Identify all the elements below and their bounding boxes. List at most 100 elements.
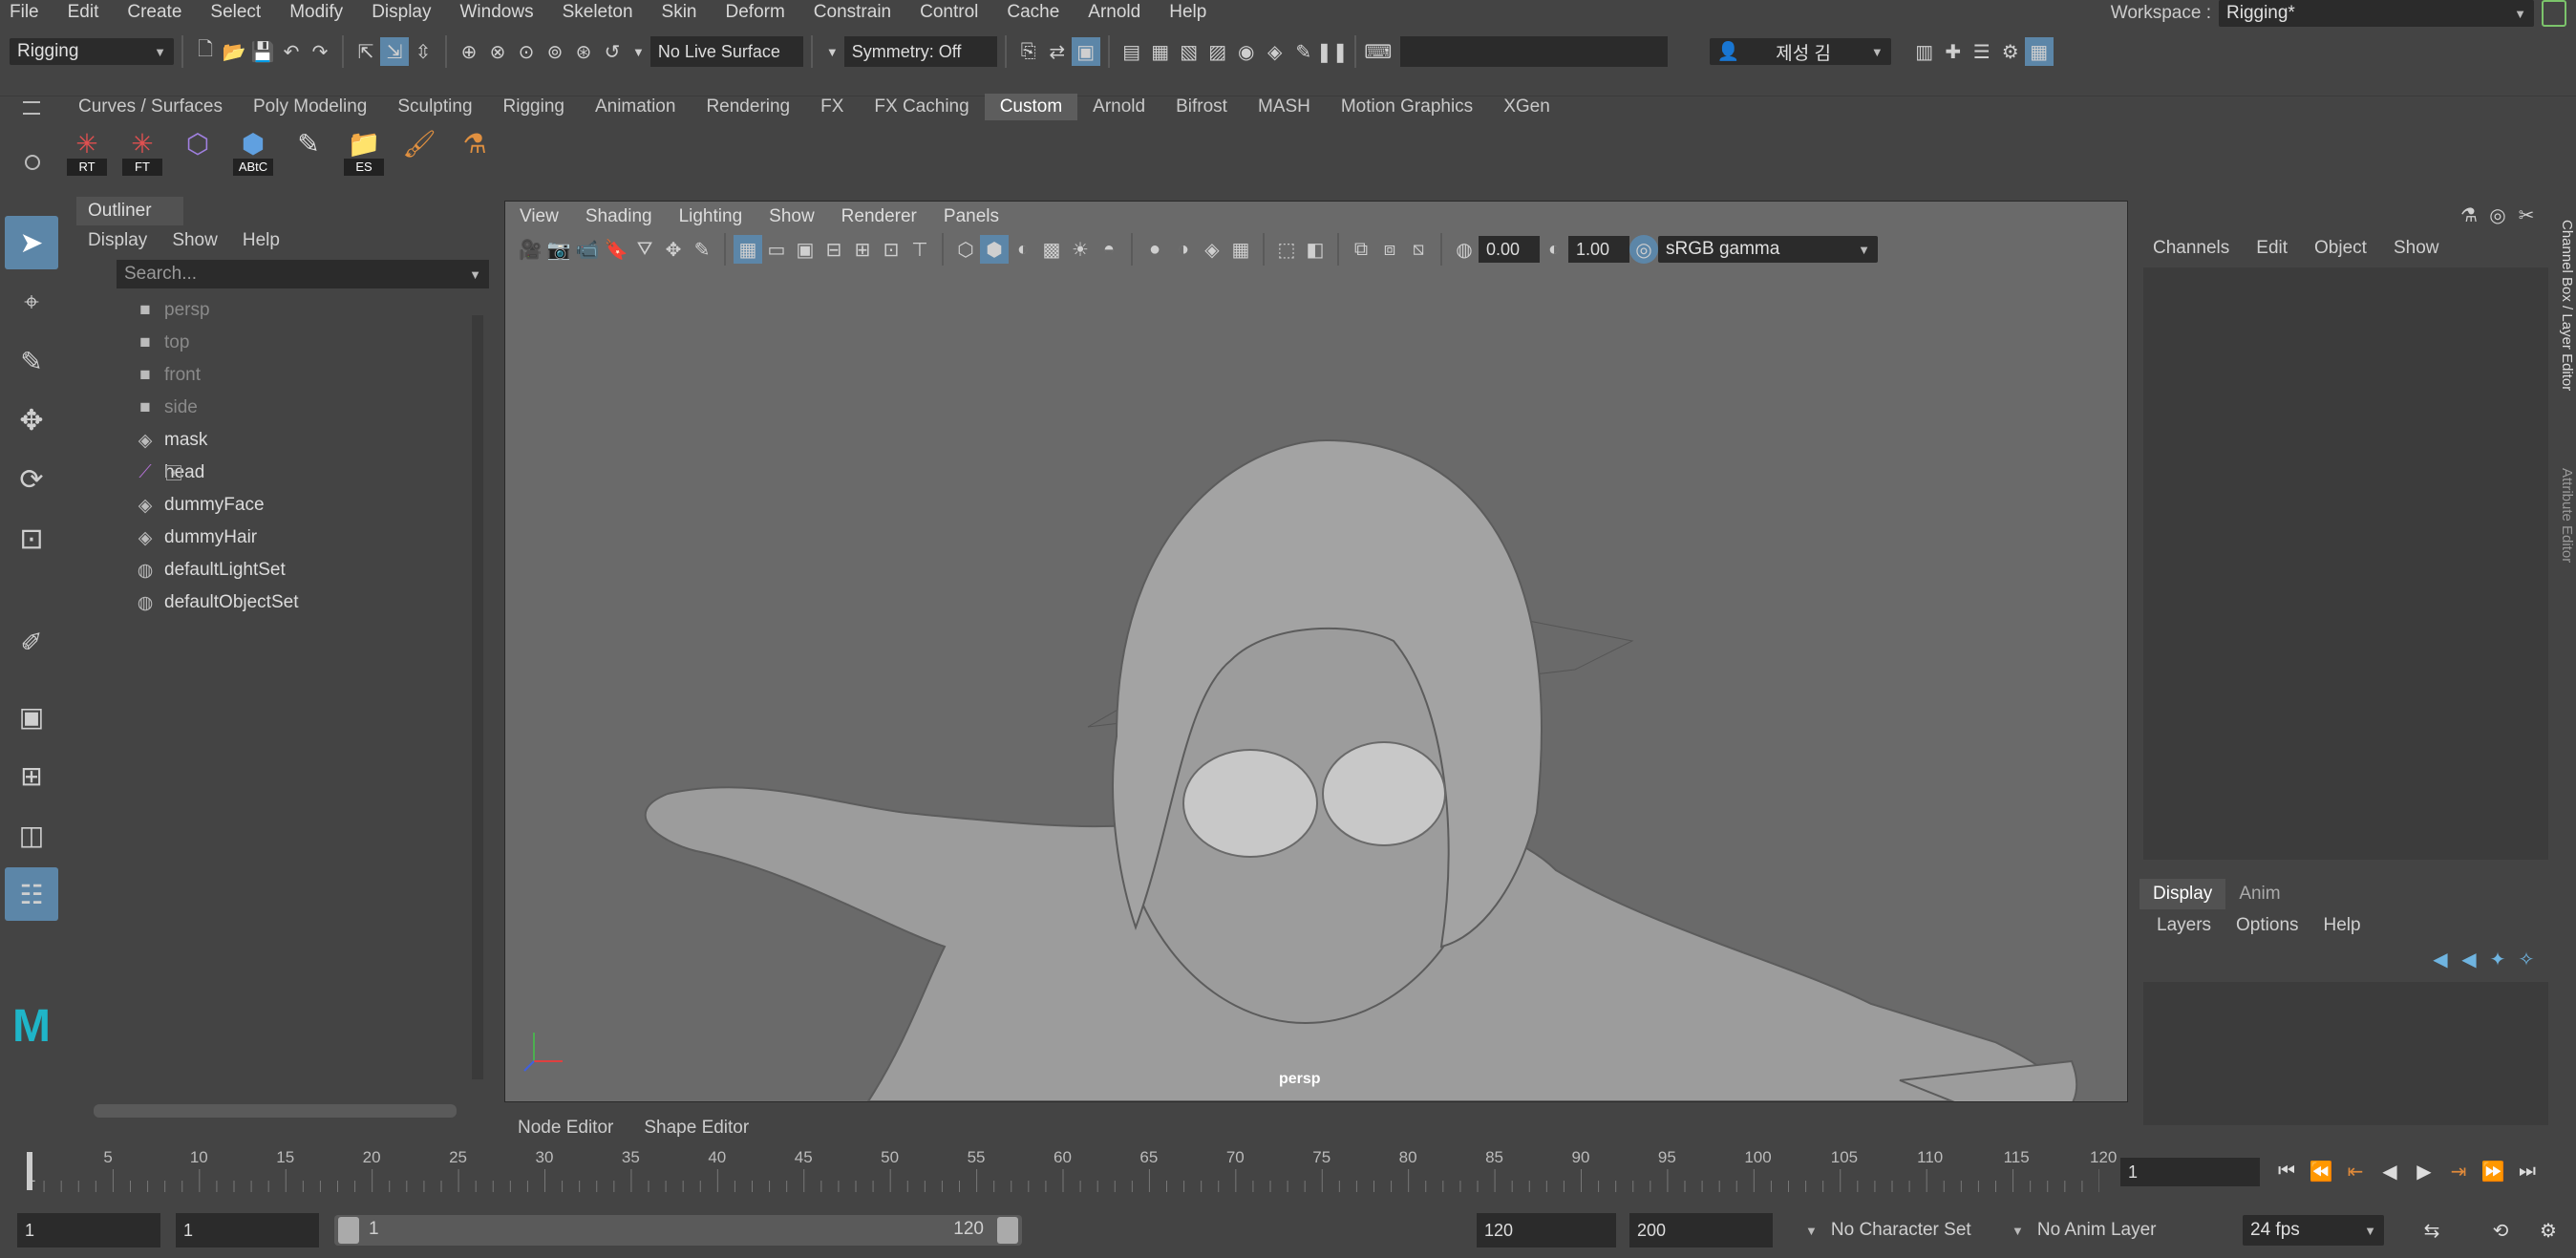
shelf-tab-poly-modeling[interactable]: Poly Modeling bbox=[238, 94, 382, 120]
anti-aliasing-icon[interactable]: ◈ bbox=[1198, 235, 1226, 264]
render-view-icon[interactable]: ▣ bbox=[1071, 37, 1100, 66]
exposure-field[interactable]: 0.00 bbox=[1479, 236, 1540, 263]
attribute-editor-toggle-icon[interactable]: ◎ bbox=[2483, 201, 2512, 229]
channel-box-menu-show[interactable]: Show bbox=[2394, 238, 2439, 259]
menu-skeleton[interactable]: Skeleton bbox=[563, 2, 633, 23]
animation-preferences-icon[interactable]: ⚙ bbox=[2531, 1213, 2565, 1247]
two-pane-layout-icon[interactable]: ◫ bbox=[5, 808, 58, 862]
shelf-tab-animation[interactable]: Animation bbox=[580, 94, 692, 120]
menu-control[interactable]: Control bbox=[920, 2, 978, 23]
render-frame-icon[interactable]: ▤ bbox=[1118, 37, 1146, 66]
outliner-item[interactable]: ■ persp bbox=[132, 294, 493, 327]
snap-grid-icon[interactable]: ⊕ bbox=[455, 37, 483, 66]
image-plane-icon[interactable]: ⛛ bbox=[630, 235, 659, 264]
menu-file[interactable]: File bbox=[10, 2, 39, 23]
layer-menu-options[interactable]: Options bbox=[2236, 915, 2298, 936]
hypershade-icon[interactable]: ◉ bbox=[1232, 37, 1261, 66]
outliner-search-input[interactable]: Search... bbox=[124, 264, 197, 285]
lock-icon[interactable] bbox=[2542, 0, 2566, 27]
pause-icon[interactable]: ❚❚ bbox=[1316, 37, 1349, 66]
four-pane-layout-icon[interactable]: ⊞ bbox=[5, 749, 58, 802]
shelf-button[interactable]: ✎ bbox=[285, 124, 332, 178]
outliner-item[interactable]: + ⟋ head bbox=[132, 457, 493, 489]
animation-start-field[interactable]: 1 bbox=[17, 1213, 160, 1247]
modeling-toolkit-icon[interactable]: ▥ bbox=[1910, 37, 1939, 66]
symmetry-field[interactable]: Symmetry: Off bbox=[843, 36, 997, 67]
layer-tab-anim[interactable]: Anim bbox=[2225, 879, 2293, 909]
lasso-tool-icon[interactable]: ⌖ bbox=[5, 275, 58, 329]
menu-select[interactable]: Select bbox=[210, 2, 261, 23]
chevron-down-icon[interactable]: ▼ bbox=[826, 45, 839, 59]
shelf-tab-bifrost[interactable]: Bifrost bbox=[1160, 94, 1243, 120]
select-hierarchy-icon[interactable]: ⇱ bbox=[351, 37, 380, 66]
command-field[interactable] bbox=[1399, 36, 1668, 67]
color-management-icon[interactable]: ◎ bbox=[1629, 235, 1658, 264]
select-object-icon[interactable]: ⇲ bbox=[380, 37, 409, 66]
range-slider[interactable]: 1 120 bbox=[334, 1215, 1022, 1246]
safe-action-icon[interactable]: ⊡ bbox=[877, 235, 905, 264]
expand-icon[interactable]: + bbox=[166, 465, 181, 480]
ipr-render-icon[interactable]: ▧ bbox=[1175, 37, 1203, 66]
auto-key-icon[interactable]: ⟲ bbox=[2483, 1213, 2518, 1247]
tab-node-editor[interactable]: Node Editor bbox=[518, 1118, 613, 1139]
layer-menu-help[interactable]: Help bbox=[2324, 915, 2361, 936]
outliner-item[interactable]: ■ side bbox=[132, 392, 493, 424]
viewport-menu-shading[interactable]: Shading bbox=[585, 206, 652, 227]
menu-deform[interactable]: Deform bbox=[726, 2, 785, 23]
step-back-frame-icon[interactable]: ⇤ bbox=[2338, 1154, 2373, 1188]
gamma-field[interactable]: 1.00 bbox=[1568, 236, 1629, 263]
snap-surface-icon[interactable]: ↺ bbox=[598, 37, 627, 66]
rotate-tool-icon[interactable]: ⟳ bbox=[5, 453, 58, 506]
redo-icon[interactable]: ↷ bbox=[306, 37, 334, 66]
color-space-dropdown[interactable]: sRGB gamma ▼ bbox=[1658, 236, 1878, 263]
outliner-menu-help[interactable]: Help bbox=[243, 230, 280, 251]
motion-blur-icon[interactable]: ◑ bbox=[1169, 235, 1198, 264]
single-pane-layout-icon[interactable]: ▣ bbox=[5, 690, 58, 743]
xray-joints-icon[interactable]: ⧉ bbox=[1347, 235, 1375, 264]
menu-skin[interactable]: Skin bbox=[662, 2, 697, 23]
attribute-editor-side-tab[interactable]: Attribute Editor bbox=[2559, 468, 2575, 563]
textured-icon[interactable]: ▩ bbox=[1037, 235, 1066, 264]
time-slider[interactable]: 1510152025303540455055606570758085909510… bbox=[0, 1142, 2576, 1200]
render-setup-icon[interactable]: ◈ bbox=[1261, 37, 1289, 66]
workspace-dropdown[interactable]: Rigging* ▼ bbox=[2219, 0, 2534, 27]
outliner-item[interactable]: ◈ dummyHair bbox=[132, 522, 493, 554]
render-settings-icon[interactable]: ▨ bbox=[1203, 37, 1232, 66]
construction-history-icon[interactable]: ⎘ bbox=[1014, 37, 1043, 66]
current-time-indicator[interactable] bbox=[27, 1152, 32, 1190]
menu-windows[interactable]: Windows bbox=[460, 2, 534, 23]
channel-box-menu-object[interactable]: Object bbox=[2314, 238, 2367, 259]
playback-end-field[interactable]: 120 bbox=[1477, 1213, 1616, 1247]
move-tool-icon[interactable]: ✥ bbox=[5, 394, 58, 447]
isolate-select-icon[interactable]: ⬚ bbox=[1272, 235, 1301, 264]
field-chart-icon[interactable]: ⊞ bbox=[848, 235, 877, 264]
tab-shape-editor[interactable]: Shape Editor bbox=[644, 1118, 749, 1139]
camera-attributes-icon[interactable]: 📹 bbox=[573, 235, 602, 264]
viewport-menu-lighting[interactable]: Lighting bbox=[679, 206, 743, 227]
shelf-button[interactable]: 📁 ES bbox=[340, 124, 388, 178]
range-slider-end-handle[interactable] bbox=[997, 1217, 1018, 1244]
layer-tab-display[interactable]: Display bbox=[2140, 879, 2226, 909]
open-scene-icon[interactable]: 📂 bbox=[220, 37, 248, 66]
menu-help[interactable]: Help bbox=[1169, 2, 1206, 23]
last-tool-icon[interactable]: ✐ bbox=[5, 615, 58, 669]
resolution-gate-icon[interactable]: ▣ bbox=[791, 235, 820, 264]
viewport-menu-view[interactable]: View bbox=[520, 206, 559, 227]
current-frame-field[interactable]: 1 bbox=[2120, 1158, 2260, 1186]
shelf-tab-rendering[interactable]: Rendering bbox=[691, 94, 805, 120]
wireframe-icon[interactable]: ⬡ bbox=[951, 235, 980, 264]
outliner-horizontal-scrollbar[interactable] bbox=[94, 1104, 457, 1118]
shelf-button[interactable]: ⬡ bbox=[174, 124, 222, 178]
channel-box-content[interactable] bbox=[2143, 267, 2548, 860]
play-forwards-icon[interactable]: ▶ bbox=[2407, 1154, 2441, 1188]
shelf-options-icon[interactable] bbox=[25, 155, 40, 170]
viewport-menu-panels[interactable]: Panels bbox=[944, 206, 999, 227]
snap-live-icon[interactable]: ⊛ bbox=[569, 37, 598, 66]
shadows-icon[interactable]: ◓ bbox=[1095, 235, 1123, 264]
menu-cache[interactable]: Cache bbox=[1007, 2, 1059, 23]
outliner-menu-show[interactable]: Show bbox=[172, 230, 218, 251]
create-layer-from-selected-icon[interactable]: ✧ bbox=[2512, 945, 2541, 973]
2d-pan-zoom-icon[interactable]: ✥ bbox=[659, 235, 688, 264]
character-controls-icon[interactable]: ✚ bbox=[1939, 37, 1968, 66]
film-gate-icon[interactable]: ▭ bbox=[762, 235, 791, 264]
